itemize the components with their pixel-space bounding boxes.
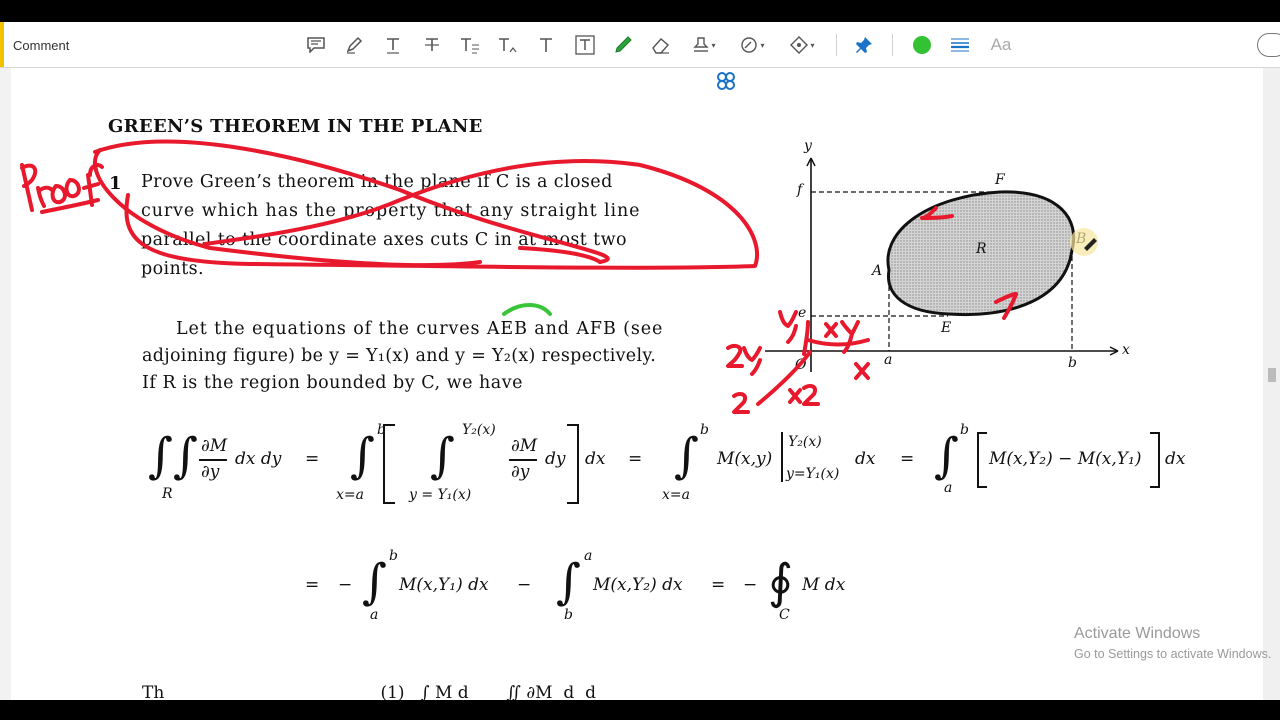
ink-stroke — [824, 320, 860, 354]
ink-stroke — [732, 392, 750, 414]
ink-stroke — [854, 362, 870, 380]
ink-stroke — [64, 178, 81, 199]
ink-stroke — [36, 185, 54, 208]
ink-stroke — [124, 158, 760, 270]
ink-stroke — [50, 184, 67, 205]
ink-stroke — [994, 292, 1018, 320]
ink-stroke — [40, 198, 100, 214]
ink-stroke — [726, 343, 762, 376]
activate-windows-title: Activate Windows — [1074, 625, 1201, 642]
ink-stroke — [756, 350, 812, 406]
ink-stroke — [778, 310, 798, 344]
bottom-black-bar — [0, 700, 1280, 720]
ink-stroke — [20, 163, 38, 212]
ink-stroke — [920, 206, 954, 220]
ink-annotations — [20, 139, 1098, 414]
ink-stroke — [93, 139, 610, 264]
activate-windows-subtitle: Go to Settings to activate Windows. — [1074, 647, 1272, 661]
green-ink-stroke — [502, 303, 552, 316]
ink-stroke — [788, 384, 820, 406]
